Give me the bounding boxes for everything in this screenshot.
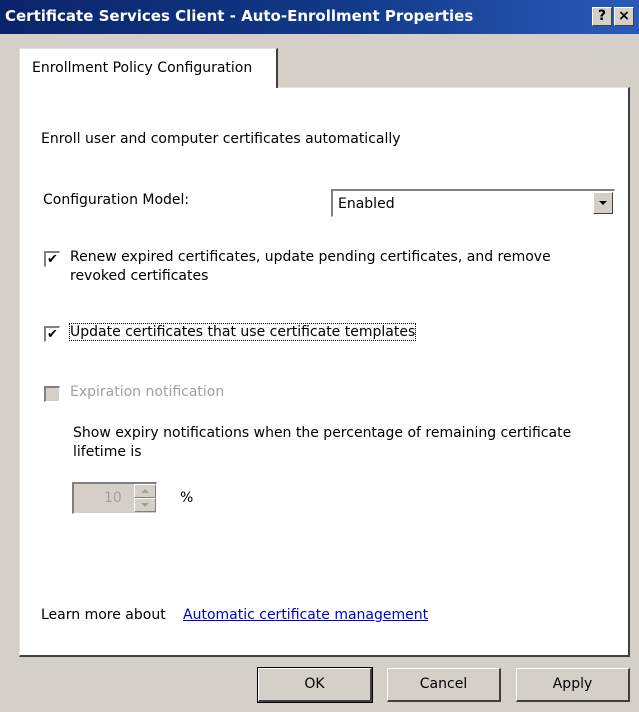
update-certificates-label[interactable]: Update certificates that use certificate… (68, 323, 417, 341)
help-button[interactable]: ? (592, 7, 612, 26)
tab-panel (19, 87, 630, 657)
renew-expired-label[interactable]: Renew expired certificates, update pendi… (70, 249, 551, 265)
ok-button-label: OK (304, 676, 325, 692)
cancel-button[interactable]: Cancel (387, 668, 501, 702)
close-icon: × (618, 8, 630, 24)
expiry-description-line2: lifetime is (73, 444, 142, 460)
spin-down-icon[interactable] (134, 498, 156, 512)
apply-button[interactable]: Apply (516, 668, 630, 702)
tab-label: Enrollment Policy Configuration (32, 60, 253, 76)
update-certificates-checkbox[interactable]: ✔ (44, 326, 60, 342)
configuration-model-value: Enabled (338, 196, 395, 212)
cancel-button-label: Cancel (419, 676, 468, 692)
dropdown-arrow-icon[interactable] (593, 192, 613, 214)
expiration-notification-checkbox[interactable] (44, 386, 60, 402)
help-icon: ? (597, 8, 607, 24)
learn-more-prefix: Learn more about (41, 607, 166, 623)
percentage-value: 10 (104, 490, 122, 506)
apply-button-label: Apply (552, 676, 593, 692)
renew-expired-label-line2[interactable]: revoked certificates (70, 268, 208, 284)
check-icon: ✔ (47, 327, 58, 342)
title-bar: Certificate Services Client - Auto-Enrol… (0, 0, 639, 34)
percent-unit-label: % (180, 490, 194, 506)
percentage-spinner[interactable]: 10 (72, 482, 157, 514)
close-button[interactable]: × (614, 7, 634, 26)
expiry-description-line1: Show expiry notifications when the perce… (73, 425, 572, 441)
expiration-notification-label[interactable]: Expiration notification (70, 384, 224, 400)
window-title: Certificate Services Client - Auto-Enrol… (5, 7, 474, 25)
intro-text: Enroll user and computer certificates au… (41, 131, 401, 147)
renew-expired-checkbox[interactable]: ✔ (44, 251, 60, 267)
configuration-model-label: Configuration Model: (43, 192, 190, 208)
automatic-certificate-management-link[interactable]: Automatic certificate management (183, 607, 428, 623)
configuration-model-dropdown[interactable]: Enabled (331, 189, 615, 217)
check-icon: ✔ (47, 252, 58, 267)
tab-enrollment-policy-configuration[interactable]: Enrollment Policy Configuration (19, 48, 278, 88)
ok-button[interactable]: OK (257, 667, 373, 703)
spin-up-icon[interactable] (134, 484, 156, 498)
